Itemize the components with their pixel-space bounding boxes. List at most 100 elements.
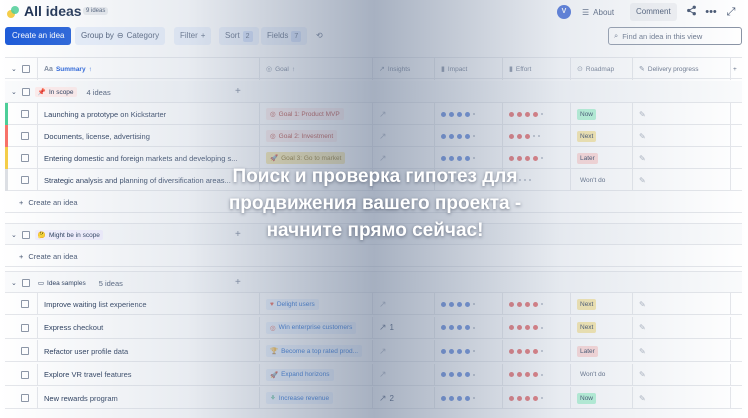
about-button[interactable]: ☰ About <box>578 3 618 21</box>
goal-cell[interactable]: ◎ Win enterprise customers <box>260 316 373 339</box>
effort-cell[interactable] <box>503 316 571 339</box>
chevron-down-icon[interactable]: ⌄ <box>11 88 17 96</box>
search-input[interactable]: ⌕ Find an idea in this view <box>608 27 742 45</box>
summary-cell[interactable]: Improve waiting list experience <box>38 293 260 315</box>
roadmap-status[interactable]: Next <box>577 130 597 142</box>
row-checkbox[interactable] <box>21 323 29 332</box>
avatar[interactable]: V <box>557 5 571 19</box>
impact-rating[interactable] <box>441 301 475 307</box>
column-effort[interactable]: ▮ Effort <box>503 58 571 80</box>
create-idea-row[interactable]: + Create an idea <box>5 245 742 267</box>
row-checkbox[interactable] <box>21 110 29 118</box>
effort-rating[interactable] <box>509 301 543 307</box>
summary-cell[interactable]: Refactor user profile data <box>38 340 260 362</box>
column-impact[interactable]: ▮ Impact <box>435 58 503 80</box>
row-checkbox[interactable] <box>21 176 29 184</box>
impact-cell[interactable] <box>435 103 503 125</box>
roadmap-cell[interactable]: Won't do <box>571 363 633 386</box>
impact-rating[interactable] <box>441 111 475 117</box>
impact-cell[interactable] <box>435 363 503 386</box>
roadmap-cell[interactable]: Next <box>571 316 633 339</box>
goal-cell[interactable]: ♥ Delight users <box>260 293 373 315</box>
goal-chip[interactable]: 🚀 Expand horizons <box>266 368 334 381</box>
roadmap-cell[interactable]: Next <box>571 293 633 315</box>
summary-cell[interactable]: Explore VR travel features <box>38 363 260 386</box>
delivery-cell[interactable]: ✎ <box>633 103 731 125</box>
goal-chip[interactable]: ◎ Win enterprise customers <box>266 321 357 334</box>
effort-rating[interactable] <box>509 325 543 330</box>
table-row[interactable]: Launching a prototype on Kickstarter ◎ G… <box>5 103 742 125</box>
goal-chip[interactable]: ⚘ Increase revenue <box>266 392 334 404</box>
roadmap-status[interactable]: Next <box>577 322 597 333</box>
impact-rating[interactable] <box>441 325 475 330</box>
table-row[interactable]: Documents, license, advertising ◎ Goal 2… <box>5 125 742 147</box>
filter-button[interactable]: Filter + <box>174 27 212 45</box>
insights-cell[interactable]: ↗ <box>373 363 435 386</box>
column-roadmap[interactable]: ⊙ Roadmap <box>571 58 633 80</box>
column-goal[interactable]: ◎ Goal ↑ <box>260 58 373 80</box>
group-checkbox[interactable] <box>21 231 30 239</box>
goal-cell[interactable]: ◎ Goal 1: Product MVP <box>260 103 373 125</box>
table-row[interactable]: New rewards program ⚘ Increase revenue ↗… <box>5 387 742 409</box>
add-idea-icon[interactable]: + <box>235 277 241 288</box>
chevron-down-icon[interactable]: ⌄ <box>11 279 17 287</box>
impact-rating[interactable] <box>441 395 475 401</box>
summary-cell[interactable]: Express checkout <box>38 316 260 339</box>
impact-cell[interactable] <box>435 340 503 362</box>
row-checkbox[interactable] <box>21 132 29 140</box>
add-idea-icon[interactable]: + <box>235 86 241 97</box>
roadmap-status[interactable]: Now <box>577 108 597 120</box>
add-column-button[interactable]: + <box>731 58 742 80</box>
roadmap-status[interactable]: Later <box>577 152 598 164</box>
roadmap-status[interactable]: Now <box>577 392 597 404</box>
impact-cell[interactable] <box>435 293 503 315</box>
table-row[interactable]: Explore VR travel features 🚀 Expand hori… <box>5 363 742 386</box>
roadmap-cell[interactable]: Later <box>571 340 633 362</box>
effort-cell[interactable] <box>503 125 571 147</box>
refresh-icon[interactable]: ⟲ <box>310 27 329 45</box>
sort-button[interactable]: Sort 2 <box>219 27 259 45</box>
group-checkbox[interactable] <box>21 88 30 96</box>
goal-chip[interactable]: ◎ Goal 2: Investment <box>266 130 338 142</box>
roadmap-status[interactable]: Later <box>577 345 598 357</box>
effort-cell[interactable] <box>503 387 571 409</box>
impact-rating[interactable] <box>441 348 475 354</box>
effort-rating[interactable] <box>509 111 543 117</box>
effort-cell[interactable] <box>503 293 571 315</box>
roadmap-cell[interactable]: Next <box>571 125 633 147</box>
delivery-cell[interactable]: ✎ <box>633 363 731 386</box>
table-row[interactable]: Refactor user profile data 🏆 Become a to… <box>5 340 742 362</box>
insights-cell[interactable]: ↗ <box>373 340 435 362</box>
create-idea-button[interactable]: Create an idea <box>5 27 72 45</box>
impact-cell[interactable] <box>435 125 503 147</box>
effort-cell[interactable] <box>503 340 571 362</box>
insights-cell[interactable]: ↗ 1 <box>373 316 435 339</box>
row-checkbox[interactable] <box>21 394 29 402</box>
summary-cell[interactable]: Documents, license, advertising <box>38 125 260 147</box>
impact-cell[interactable] <box>435 316 503 339</box>
more-options-icon[interactable]: ••• <box>704 5 718 19</box>
chevron-down-icon[interactable]: ⌄ <box>11 65 17 73</box>
delivery-cell[interactable]: ✎ <box>633 125 731 147</box>
roadmap-status[interactable]: Next <box>577 298 597 310</box>
column-insights[interactable]: ↗ Insights <box>373 58 435 80</box>
summary-cell[interactable]: Launching a prototype on Kickstarter <box>38 103 260 125</box>
table-row[interactable]: Express checkout ◎ Win enterprise custom… <box>5 316 742 339</box>
row-checkbox[interactable] <box>21 300 29 308</box>
table-row[interactable]: Improve waiting list experience ♥ Deligh… <box>5 293 742 315</box>
chevron-down-icon[interactable]: ⌄ <box>11 231 17 239</box>
insights-cell[interactable]: ↗ <box>373 103 435 125</box>
insights-cell[interactable]: ↗ <box>373 125 435 147</box>
goal-cell[interactable]: 🚀 Expand horizons <box>260 363 373 386</box>
fullscreen-icon[interactable]: ⤢ <box>724 5 738 19</box>
effort-cell[interactable] <box>503 103 571 125</box>
roadmap-status[interactable]: Won't do <box>577 369 608 380</box>
delivery-cell[interactable]: ✎ <box>633 340 731 362</box>
impact-cell[interactable] <box>435 387 503 409</box>
comment-button[interactable]: Comment <box>630 3 677 21</box>
effort-rating[interactable] <box>509 395 543 401</box>
roadmap-cell[interactable]: Now <box>571 387 633 409</box>
effort-rating[interactable] <box>509 133 540 139</box>
impact-rating[interactable] <box>441 133 475 139</box>
delivery-cell[interactable]: ✎ <box>633 169 731 191</box>
